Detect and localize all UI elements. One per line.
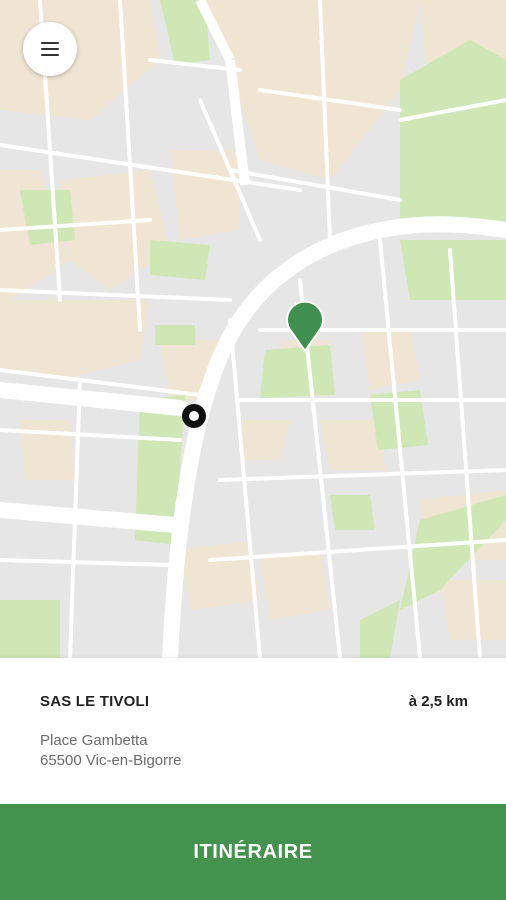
menu-button[interactable] [23, 22, 77, 76]
current-location-icon [182, 404, 206, 428]
place-address: Place Gambetta 65500 Vic-en-Bigorre [40, 731, 181, 771]
hamburger-menu-icon [41, 42, 59, 56]
place-distance: à 2,5 km [408, 693, 468, 710]
itinerary-button[interactable]: ITINÉRAIRE [0, 804, 506, 900]
itinerary-button-label: ITINÉRAIRE [193, 840, 313, 863]
address-line-2: 65500 Vic-en-Bigorre [40, 752, 182, 769]
destination-pin-icon[interactable] [285, 301, 325, 353]
map-view[interactable] [0, 0, 506, 658]
place-info-panel: SAS LE TIVOLI à 2,5 km Place Gambetta 65… [0, 658, 506, 804]
place-name: SAS LE TIVOLI [40, 693, 150, 710]
map-canvas[interactable] [0, 0, 506, 658]
address-line-1: Place Gambetta [40, 732, 148, 749]
